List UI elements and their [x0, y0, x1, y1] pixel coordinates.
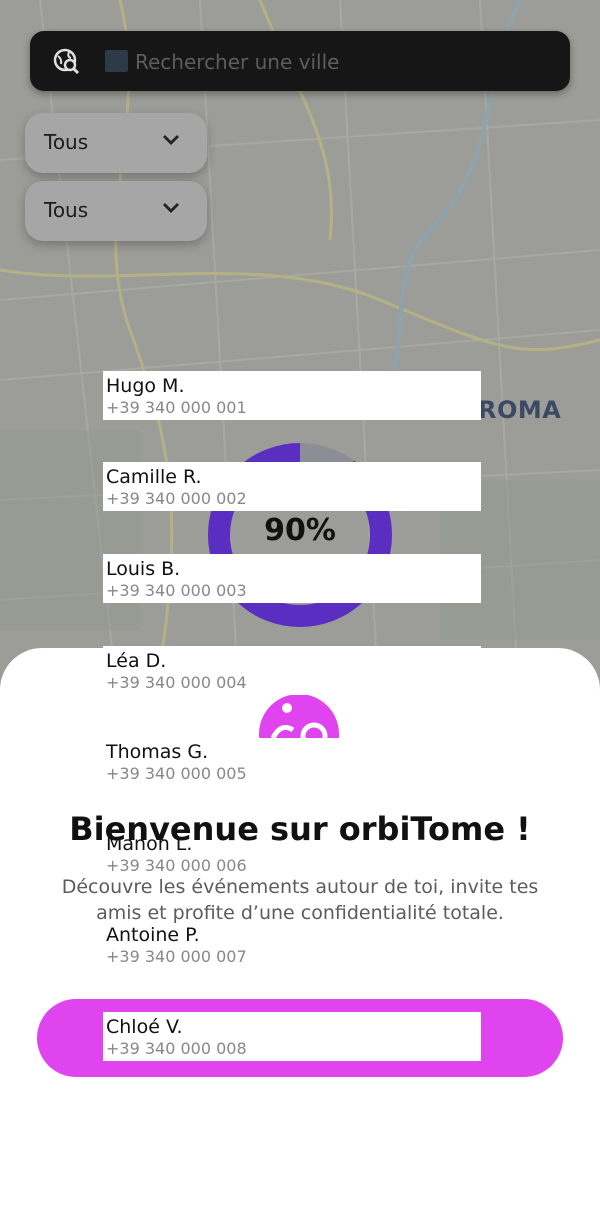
contact-name: Chloé V.	[106, 1016, 183, 1038]
globe-search-icon	[53, 48, 80, 75]
contact-name: Léa D.	[106, 650, 167, 672]
map-city-label: ROMA	[478, 396, 562, 424]
contact-name: Louis B.	[106, 558, 181, 580]
progress-percent: 90%	[264, 513, 336, 548]
contact-phone: +39 340 000 002	[106, 489, 247, 508]
filter-dropdown-1[interactable]: Tous	[25, 113, 207, 173]
contact-name: Hugo M.	[106, 375, 185, 397]
contact-item[interactable]: Camille R. +39 340 000 002	[103, 462, 481, 511]
contact-item[interactable]: Léa D. +39 340 000 004	[103, 646, 481, 695]
contact-phone: +39 340 000 005	[106, 764, 247, 783]
contact-item[interactable]: Hugo M. +39 340 000 001	[103, 371, 481, 420]
contact-name: Camille R.	[106, 466, 202, 488]
contact-phone: +39 340 000 007	[106, 947, 247, 966]
filter-dropdown-label: Tous	[44, 130, 89, 154]
contact-phone: +39 340 000 004	[106, 673, 247, 692]
contact-name: Thomas G.	[106, 741, 209, 763]
welcome-description: Découvre les événements autour de toi, i…	[61, 876, 539, 924]
orbitome-logo-icon	[259, 694, 339, 738]
filter-dropdown-label: Tous	[44, 198, 89, 222]
contact-item[interactable]: Chloé V. +39 340 000 008	[103, 1012, 481, 1061]
contact-phone: +39 340 000 008	[106, 1039, 247, 1058]
contact-name: Antoine P.	[106, 924, 200, 946]
filter-dropdown-2[interactable]: Tous	[25, 181, 207, 241]
contact-phone: +39 340 000 001	[106, 398, 247, 417]
contact-item[interactable]: Antoine P. +39 340 000 007	[103, 920, 481, 969]
contact-item[interactable]: Manon L. +39 340 000 006	[103, 829, 481, 878]
chevron-down-icon	[163, 135, 179, 145]
search-input[interactable]: Rechercher une ville	[135, 50, 339, 74]
search-bar[interactable]: Rechercher une ville	[30, 31, 570, 91]
chevron-down-icon	[163, 203, 179, 213]
contact-item[interactable]: Louis B. +39 340 000 003	[103, 554, 481, 603]
contact-item[interactable]: Thomas G. +39 340 000 005	[103, 737, 481, 786]
contact-phone: +39 340 000 003	[106, 581, 247, 600]
city-emoji-icon	[105, 50, 128, 72]
contact-phone: +39 340 000 006	[106, 856, 247, 875]
contact-name: Manon L.	[106, 833, 193, 855]
